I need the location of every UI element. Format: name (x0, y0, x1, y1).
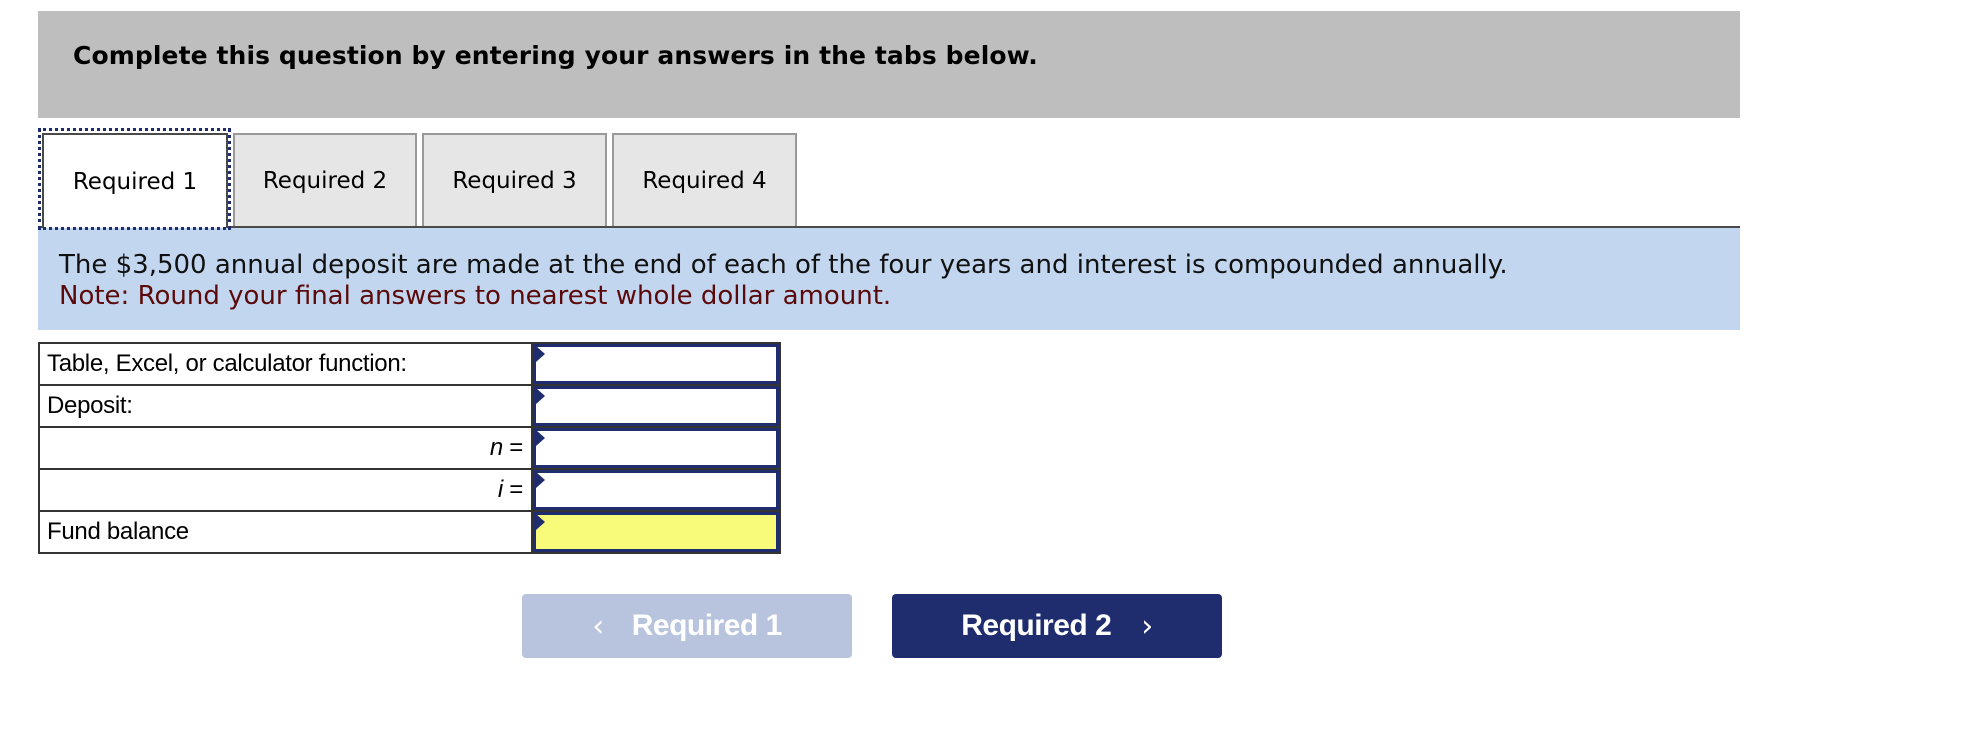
table-row: Deposit: (38, 384, 781, 428)
table-row: Table, Excel, or calculator function: (38, 342, 781, 386)
input-cell (531, 426, 781, 470)
tab-bar: Required 1 Required 2 Required 3 Require… (38, 128, 1740, 230)
input-cell (531, 342, 781, 386)
equals-sign: = (502, 476, 523, 503)
row-label: Deposit: (38, 384, 533, 428)
tab-required-4[interactable]: Required 4 (612, 133, 797, 226)
tab-required-3[interactable]: Required 3 (422, 133, 607, 226)
i-input[interactable] (536, 473, 776, 507)
chevron-left-icon: ‹ (592, 608, 604, 644)
input-cell (531, 384, 781, 428)
answer-table: Table, Excel, or calculator function: De… (38, 342, 781, 554)
input-cell (531, 510, 781, 554)
instructions-panel: The $3,500 annual deposit are made at th… (38, 228, 1740, 330)
tab-label: Required 3 (452, 167, 577, 194)
input-cell (531, 468, 781, 512)
table-row: i = (38, 468, 781, 512)
n-input-box (533, 428, 779, 468)
tab-label: Required 4 (642, 167, 767, 194)
variable-n: n (489, 434, 503, 461)
fund-balance-input-box (533, 512, 779, 552)
i-input-box (533, 470, 779, 510)
prev-button-label: Required 1 (631, 609, 783, 642)
problem-statement: The $3,500 annual deposit are made at th… (59, 250, 1508, 280)
chevron-right-icon: › (1141, 608, 1153, 644)
tab-label: Required 2 (262, 167, 388, 194)
next-button-label: Required 2 (961, 609, 1112, 642)
table-row: Fund balance (38, 510, 781, 554)
question-header: Complete this question by entering your … (38, 11, 1740, 118)
equals-sign: = (502, 434, 523, 461)
function-input-box (533, 344, 779, 384)
function-input[interactable] (536, 347, 776, 381)
row-label: Table, Excel, or calculator function: (38, 342, 533, 386)
row-label: Fund balance (38, 510, 533, 554)
rounding-note: Note: Round your final answers to neares… (59, 281, 892, 311)
next-button[interactable]: Required 2 › (892, 594, 1222, 658)
tab-required-2[interactable]: Required 2 (233, 133, 417, 226)
deposit-input-box (533, 386, 779, 426)
tab-label: Required 1 (72, 168, 198, 195)
deposit-input[interactable] (536, 389, 776, 423)
fund-balance-input[interactable] (536, 515, 776, 549)
row-label: n = (38, 426, 533, 470)
row-label: i = (38, 468, 533, 512)
header-instruction: Complete this question by entering your … (73, 41, 1038, 70)
n-input[interactable] (536, 431, 776, 465)
table-row: n = (38, 426, 781, 470)
tab-required-1[interactable]: Required 1 (42, 133, 228, 228)
prev-button[interactable]: ‹ Required 1 (522, 594, 852, 658)
